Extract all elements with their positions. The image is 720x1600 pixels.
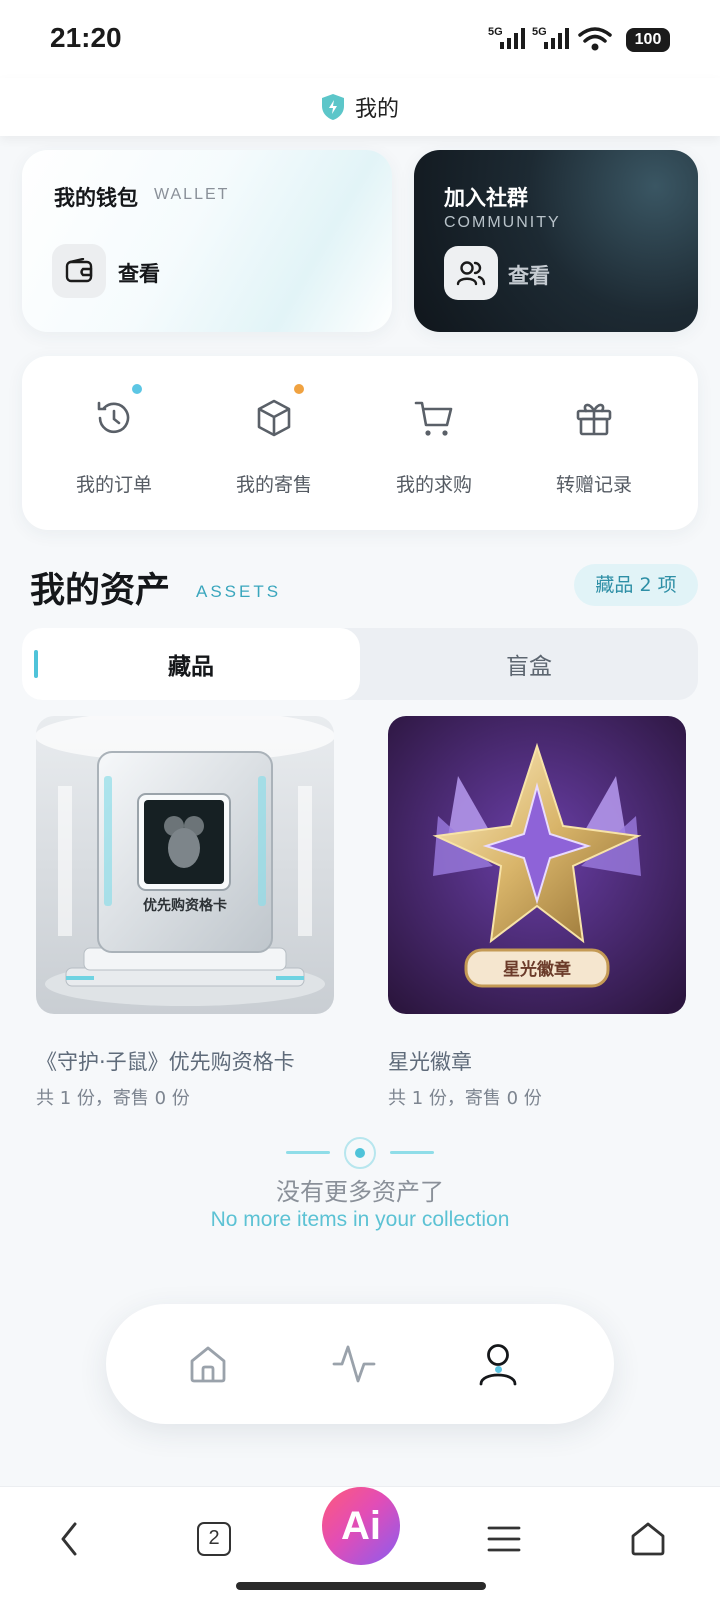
collectible-name[interactable]: 《守护·子鼠》优先购资格卡 bbox=[36, 1046, 295, 1076]
wallet-card[interactable]: 我的钱包 WALLET 查看 bbox=[22, 150, 392, 332]
browser-menu-button[interactable] bbox=[472, 1507, 536, 1571]
activity-icon bbox=[332, 1345, 376, 1383]
nav-profile[interactable] bbox=[468, 1334, 528, 1394]
consignment-notification-dot bbox=[294, 384, 304, 394]
end-of-list-text: 没有更多资产了 bbox=[276, 1178, 444, 1206]
collectible-meta-2: 共 1 份，寄售 0 份 bbox=[388, 1088, 542, 1109]
wifi-icon bbox=[578, 27, 612, 51]
page-title: 我的 bbox=[354, 97, 399, 122]
signal-5g-icon: 5G bbox=[488, 26, 525, 49]
cart-icon bbox=[414, 401, 453, 436]
status-time: 21:20 bbox=[50, 22, 122, 53]
wallet-icon bbox=[52, 244, 106, 298]
end-of-list-text-en: No more items in your collection bbox=[210, 1208, 510, 1231]
assets-count-badge: 藏品 2 项 bbox=[574, 564, 698, 606]
collectible-image-star-badge[interactable]: 星光徽章 bbox=[388, 716, 686, 1014]
community-title: 加入社群 bbox=[444, 186, 528, 210]
page-header: 我的 bbox=[0, 78, 720, 136]
nav-home[interactable] bbox=[178, 1334, 238, 1394]
tabs-count-icon: 2 bbox=[197, 1522, 231, 1556]
shortcut-consignment[interactable]: 我的寄售 bbox=[214, 384, 334, 497]
shortcut-orders-label: 我的订单 bbox=[75, 474, 152, 496]
tab-blind-box[interactable]: 盲盒 bbox=[360, 628, 698, 700]
nav-profile-active-dot bbox=[495, 1366, 502, 1373]
home-indicator[interactable] bbox=[236, 1582, 486, 1590]
community-subtitle: COMMUNITY bbox=[444, 214, 561, 231]
svg-text:5G: 5G bbox=[532, 26, 547, 38]
assets-tab-bar: 藏品 盲盒 bbox=[22, 628, 698, 700]
shortcut-transfer-records[interactable]: 转赠记录 bbox=[534, 396, 654, 497]
shortcuts-panel: 我的订单 我的寄售 我的求购 转赠记录 bbox=[22, 356, 698, 530]
wallet-title: 我的钱包 bbox=[54, 186, 138, 210]
browser-home-button[interactable] bbox=[616, 1507, 680, 1571]
history-icon bbox=[97, 401, 130, 434]
svg-text:5G: 5G bbox=[488, 26, 503, 38]
community-view-link[interactable]: 查看 bbox=[508, 260, 550, 290]
community-card[interactable]: 加入社群 COMMUNITY 查看 bbox=[414, 150, 698, 332]
shield-icon bbox=[321, 94, 344, 120]
ai-assistant-button[interactable]: Ai bbox=[322, 1487, 400, 1565]
orders-notification-dot bbox=[132, 384, 142, 394]
browser-back-button[interactable] bbox=[38, 1507, 102, 1571]
shortcut-purchase-label: 我的求购 bbox=[395, 474, 472, 496]
browser-tabs-button[interactable]: 2 bbox=[182, 1507, 246, 1571]
signal-5g-icon-2: 5G bbox=[532, 26, 569, 49]
assets-title: 我的资产 bbox=[30, 571, 171, 611]
assets-subtitle: ASSETS bbox=[196, 582, 282, 601]
home-icon bbox=[190, 1346, 226, 1383]
user-icon bbox=[479, 1344, 517, 1386]
menu-icon bbox=[487, 1526, 521, 1552]
box-icon bbox=[257, 399, 291, 437]
collectible-meta: 共 1 份，寄售 0 份 bbox=[36, 1088, 190, 1109]
chevron-left-icon bbox=[61, 1522, 77, 1556]
svg-text:优先购资格卡: 优先购资格卡 bbox=[143, 897, 227, 914]
end-of-list-divider bbox=[286, 1137, 434, 1169]
battery-indicator: 100 bbox=[626, 28, 670, 52]
shortcut-purchase-requests[interactable]: 我的求购 bbox=[374, 396, 494, 497]
status-bar: 21:20 5G 5G 100 bbox=[0, 0, 720, 78]
collectible-name-2[interactable]: 星光徽章 bbox=[388, 1046, 472, 1076]
shortcut-orders[interactable]: 我的订单 bbox=[54, 384, 174, 497]
shortcut-consignment-label: 我的寄售 bbox=[235, 474, 312, 496]
wallet-subtitle: WALLET bbox=[154, 186, 230, 203]
tab-collectibles[interactable]: 藏品 bbox=[22, 628, 360, 700]
home-outline-icon bbox=[631, 1522, 665, 1556]
wallet-view-link[interactable]: 查看 bbox=[118, 258, 160, 288]
users-icon bbox=[444, 246, 498, 300]
nav-market[interactable] bbox=[324, 1334, 384, 1394]
shortcut-transfer-label: 转赠记录 bbox=[555, 474, 632, 496]
svg-text:星光徽章: 星光徽章 bbox=[503, 959, 571, 980]
collectible-image-qualification-card[interactable]: 优先购资格卡 bbox=[36, 716, 334, 1014]
bottom-navigation bbox=[106, 1304, 614, 1424]
gift-icon bbox=[576, 403, 612, 436]
